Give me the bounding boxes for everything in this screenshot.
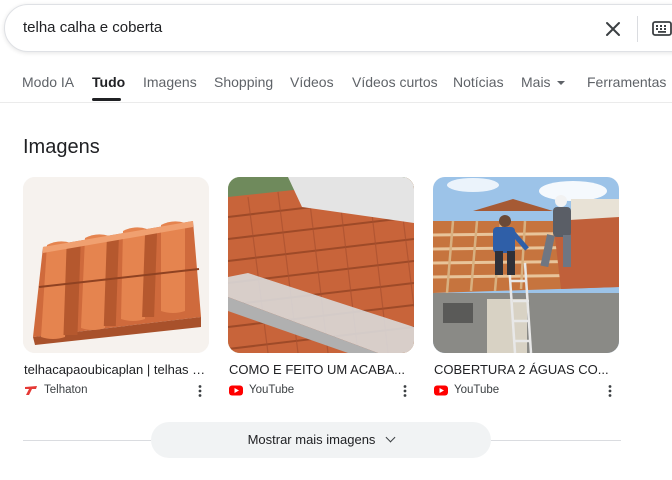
search-input[interactable]: telha calha e coberta <box>23 19 162 36</box>
tab-videos-curtos[interactable]: Vídeos curtos <box>352 74 438 90</box>
divider-left <box>23 440 151 441</box>
more-options-icon[interactable] <box>193 384 207 398</box>
tab-ferramentas-label: Ferramentas <box>587 74 667 90</box>
tab-videos[interactable]: Vídeos <box>290 74 334 90</box>
chevron-down-icon <box>385 432 396 443</box>
show-more-label: Mostrar mais imagens <box>247 432 376 447</box>
more-options-icon[interactable] <box>398 384 412 398</box>
image-result[interactable]: telhacapaoubicaplan | telhas | ... Telha… <box>23 177 211 399</box>
youtube-icon <box>434 385 448 396</box>
keyboard-icon[interactable] <box>651 19 672 39</box>
image-source: YouTube <box>433 383 621 399</box>
source-name[interactable]: YouTube <box>454 384 499 396</box>
image-result[interactable]: COMO E FEITO UM ACABA... YouTube <box>228 177 416 399</box>
clear-icon[interactable] <box>601 17 625 41</box>
search-bar-divider <box>637 16 638 42</box>
tab-mais[interactable]: Mais <box>521 74 565 90</box>
source-name[interactable]: Telhaton <box>44 384 87 396</box>
image-source: YouTube <box>228 383 416 399</box>
image-caption[interactable]: COMO E FEITO UM ACABA... <box>228 362 412 377</box>
image-source: Telhaton <box>23 383 211 399</box>
tab-imagens[interactable]: Imagens <box>143 74 197 90</box>
active-tab-indicator <box>92 98 121 101</box>
more-options-icon[interactable] <box>603 384 617 398</box>
telhaton-logo-icon <box>24 385 38 396</box>
tab-modo-ia[interactable]: Modo IA <box>22 74 74 90</box>
image-thumbnail[interactable] <box>228 177 414 353</box>
image-thumbnail[interactable] <box>433 177 619 353</box>
image-result[interactable]: COBERTURA 2 ÁGUAS CO... YouTube <box>433 177 621 399</box>
caret-down-icon <box>556 81 565 86</box>
tab-noticias[interactable]: Notícias <box>453 74 504 90</box>
divider-right <box>491 440 621 441</box>
image-caption[interactable]: COBERTURA 2 ÁGUAS CO... <box>433 362 617 377</box>
tab-tudo[interactable]: Tudo <box>92 74 125 90</box>
search-bar[interactable]: telha calha e coberta <box>4 4 672 52</box>
tabs-divider <box>0 102 672 103</box>
youtube-icon <box>229 385 243 396</box>
tab-shopping[interactable]: Shopping <box>214 74 273 90</box>
image-caption[interactable]: telhacapaoubicaplan | telhas | ... <box>23 362 207 377</box>
tab-ferramentas[interactable]: Ferramentas <box>587 74 672 90</box>
source-name[interactable]: YouTube <box>249 384 294 396</box>
image-thumbnail[interactable] <box>23 177 209 353</box>
section-title: Imagens <box>23 136 100 158</box>
show-more-images-button[interactable]: Mostrar mais imagens <box>151 422 491 458</box>
tab-mais-label: Mais <box>521 74 551 90</box>
